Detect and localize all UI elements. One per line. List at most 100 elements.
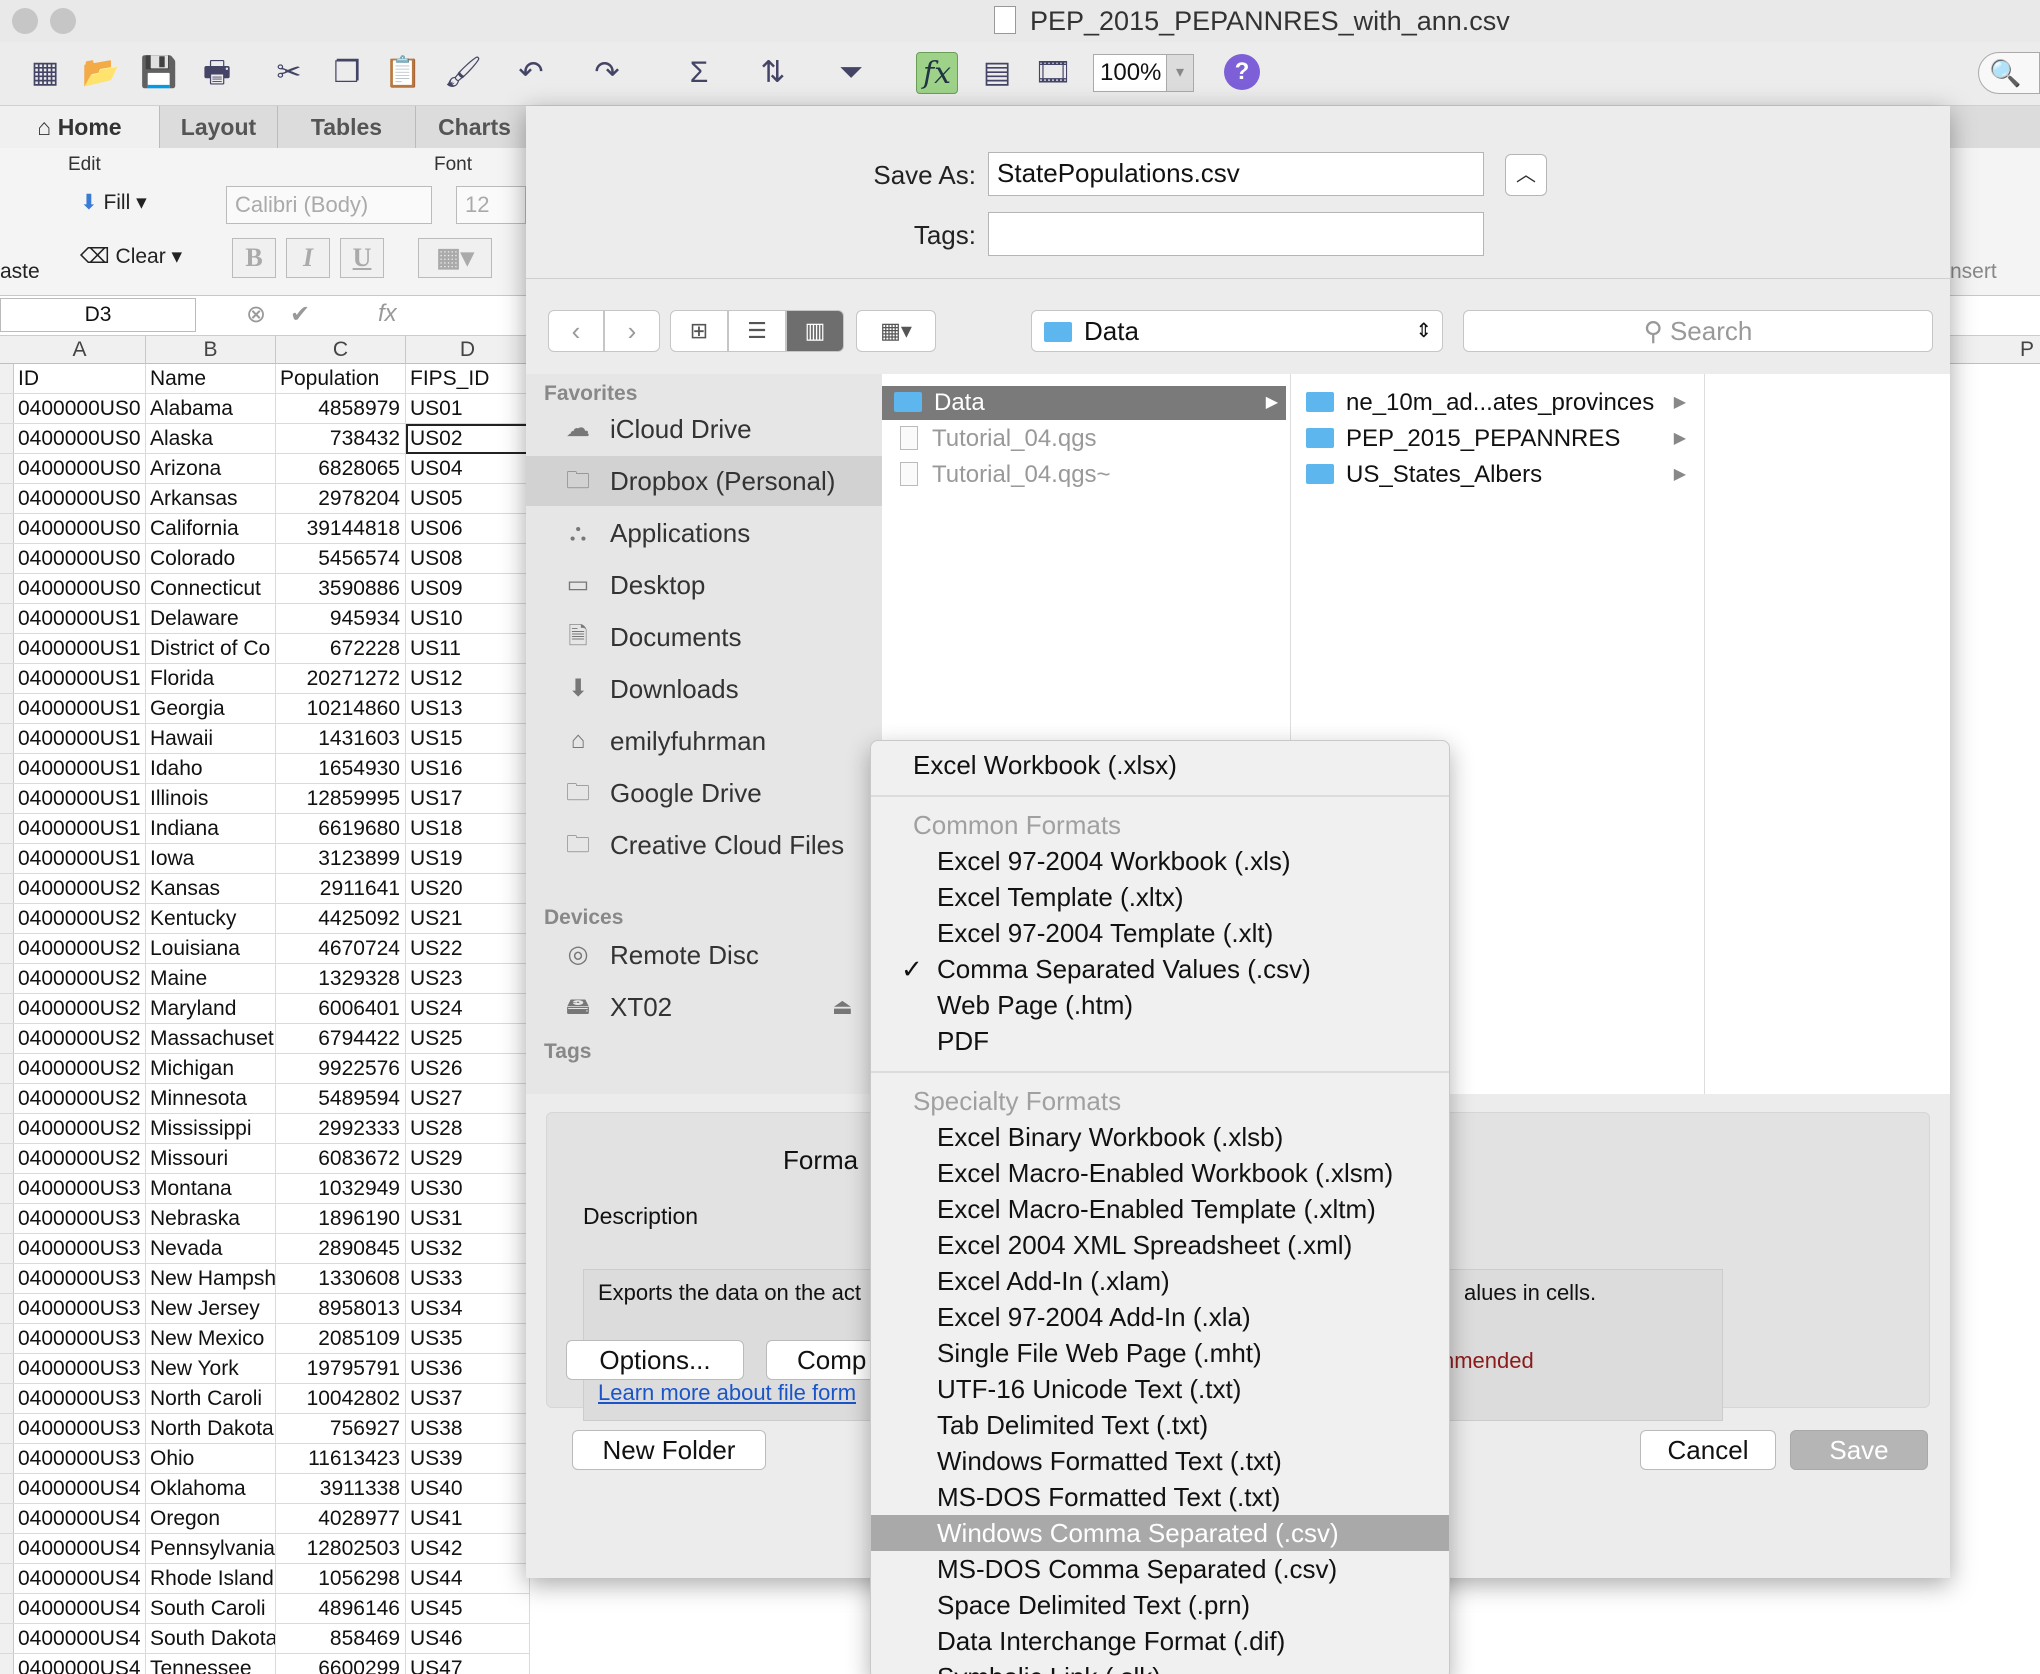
menu-item-xls[interactable]: Excel 97-2004 Workbook (.xls) <box>871 843 1449 879</box>
cell[interactable]: Pennsylvania <box>146 1534 276 1564</box>
cell[interactable]: US23 <box>406 964 530 994</box>
tab-layout[interactable]: Layout <box>160 106 278 148</box>
cell[interactable]: 6600299 <box>276 1654 406 1674</box>
cell[interactable]: Oklahoma <box>146 1474 276 1504</box>
cell[interactable]: 0400000US1 <box>14 844 146 874</box>
cell[interactable]: 6083672 <box>276 1144 406 1174</box>
filter-icon[interactable]: ⏷ <box>830 52 872 94</box>
cell[interactable]: Population <box>276 364 406 394</box>
cell[interactable]: 0400000US4 <box>14 1594 146 1624</box>
cell[interactable]: Ohio <box>146 1444 276 1474</box>
cell[interactable]: 0400000US0 <box>14 484 146 514</box>
menu-item-specialty-format[interactable]: Excel 2004 XML Spreadsheet (.xml) <box>871 1227 1449 1263</box>
cell[interactable]: New Hampsh <box>146 1264 276 1294</box>
cell[interactable]: 0400000US0 <box>14 454 146 484</box>
cell[interactable]: Illinois <box>146 784 276 814</box>
cell[interactable]: 1330608 <box>276 1264 406 1294</box>
cell[interactable]: 3911338 <box>276 1474 406 1504</box>
cell[interactable]: 0400000US2 <box>14 964 146 994</box>
copy-icon[interactable]: ❐ <box>326 52 368 94</box>
cell[interactable]: Idaho <box>146 754 276 784</box>
cell[interactable]: 0400000US4 <box>14 1504 146 1534</box>
cell[interactable]: US29 <box>406 1144 530 1174</box>
cell[interactable]: 0400000US2 <box>14 904 146 934</box>
cell[interactable]: 0400000US2 <box>14 1024 146 1054</box>
undo-icon[interactable]: ↶ <box>510 52 552 94</box>
cell[interactable]: 1056298 <box>276 1564 406 1594</box>
cell[interactable]: US28 <box>406 1114 530 1144</box>
cell[interactable]: 19795791 <box>276 1354 406 1384</box>
bold-button[interactable]: B <box>232 238 276 278</box>
cell[interactable]: US47 <box>406 1654 530 1674</box>
cell[interactable]: 0400000US3 <box>14 1354 146 1384</box>
name-box[interactable]: D3 <box>0 298 196 332</box>
cell[interactable]: Florida <box>146 664 276 694</box>
menu-item-specialty-format[interactable]: MS-DOS Comma Separated (.csv) <box>871 1551 1449 1587</box>
search-sheet-icon[interactable]: 🔍 <box>1978 52 2040 94</box>
cell[interactable]: 1896190 <box>276 1204 406 1234</box>
cell[interactable]: 0400000US4 <box>14 1534 146 1564</box>
browser-item-folder[interactable]: US_States_Albers ▶ <box>1294 458 1694 492</box>
cell[interactable]: US30 <box>406 1174 530 1204</box>
forward-button[interactable]: › <box>604 310 660 352</box>
cancel-button[interactable]: Cancel <box>1640 1430 1776 1470</box>
cell[interactable]: South Dakota <box>146 1624 276 1654</box>
cell[interactable]: Missouri <box>146 1144 276 1174</box>
search-field[interactable]: ⚲ Search <box>1463 310 1933 352</box>
format-painter-icon[interactable]: 🖌 <box>442 52 484 94</box>
cell[interactable]: US34 <box>406 1294 530 1324</box>
cell[interactable]: US02 <box>406 424 530 454</box>
insert-function-icon[interactable]: fx <box>378 300 397 328</box>
cell[interactable]: US08 <box>406 544 530 574</box>
cell[interactable]: 12802503 <box>276 1534 406 1564</box>
cell[interactable]: New Mexico <box>146 1324 276 1354</box>
cell[interactable]: US37 <box>406 1384 530 1414</box>
cell[interactable]: 3590886 <box>276 574 406 604</box>
menu-item-xlsx[interactable]: Excel Workbook (.xlsx) <box>871 747 1449 783</box>
cell[interactable]: 1032949 <box>276 1174 406 1204</box>
cell[interactable]: Maine <box>146 964 276 994</box>
redo-icon[interactable]: ↷ <box>586 52 628 94</box>
help-icon[interactable]: ? <box>1224 54 1260 90</box>
menu-item-specialty-format[interactable]: Windows Formatted Text (.txt) <box>871 1443 1449 1479</box>
cell[interactable]: 0400000US1 <box>14 604 146 634</box>
cell[interactable]: US17 <box>406 784 530 814</box>
cell[interactable]: 6794422 <box>276 1024 406 1054</box>
cell[interactable]: North Caroli <box>146 1384 276 1414</box>
font-name-field[interactable]: Calibri (Body) <box>226 186 432 224</box>
cell[interactable]: New York <box>146 1354 276 1384</box>
cell[interactable]: US18 <box>406 814 530 844</box>
cell[interactable]: 2978204 <box>276 484 406 514</box>
cell[interactable]: US39 <box>406 1444 530 1474</box>
cell[interactable]: Louisiana <box>146 934 276 964</box>
print-icon[interactable]: 🖶 <box>196 52 238 94</box>
cell[interactable]: 1329328 <box>276 964 406 994</box>
cell[interactable]: 0400000US4 <box>14 1564 146 1594</box>
cell[interactable]: ID <box>14 364 146 394</box>
cell[interactable]: US22 <box>406 934 530 964</box>
sidebar-item-home[interactable]: ⌂ emilyfuhrman <box>526 716 882 766</box>
tab-tables[interactable]: Tables <box>278 106 416 148</box>
italic-button[interactable]: I <box>286 238 330 278</box>
cell[interactable]: Arkansas <box>146 484 276 514</box>
cell[interactable]: US38 <box>406 1414 530 1444</box>
cell[interactable]: 0400000US2 <box>14 934 146 964</box>
cell[interactable]: 10214860 <box>276 694 406 724</box>
cell[interactable]: Mississippi <box>146 1114 276 1144</box>
cell[interactable]: 0400000US1 <box>14 724 146 754</box>
cell[interactable]: Colorado <box>146 544 276 574</box>
cell[interactable]: Oregon <box>146 1504 276 1534</box>
cell[interactable]: 3123899 <box>276 844 406 874</box>
menu-item-specialty-format[interactable]: Excel 97-2004 Add-In (.xla) <box>871 1299 1449 1335</box>
media-icon[interactable]: 🎞 <box>1032 52 1074 94</box>
learn-more-link[interactable]: Learn more about file form <box>598 1380 856 1406</box>
cut-icon[interactable]: ✂ <box>268 52 310 94</box>
cell[interactable]: 0400000US2 <box>14 1144 146 1174</box>
cell[interactable]: 6828065 <box>276 454 406 484</box>
menu-item-specialty-format[interactable]: Single File Web Page (.mht) <box>871 1335 1449 1371</box>
menu-item-specialty-format[interactable]: Symbolic Link (.slk) <box>871 1659 1449 1674</box>
menu-item-specialty-format[interactable]: Excel Add-In (.xlam) <box>871 1263 1449 1299</box>
sidebar-item-documents[interactable]: 🗎 Documents <box>526 612 882 662</box>
cell[interactable]: 4670724 <box>276 934 406 964</box>
menu-item-specialty-format[interactable]: Excel Macro-Enabled Workbook (.xlsm) <box>871 1155 1449 1191</box>
